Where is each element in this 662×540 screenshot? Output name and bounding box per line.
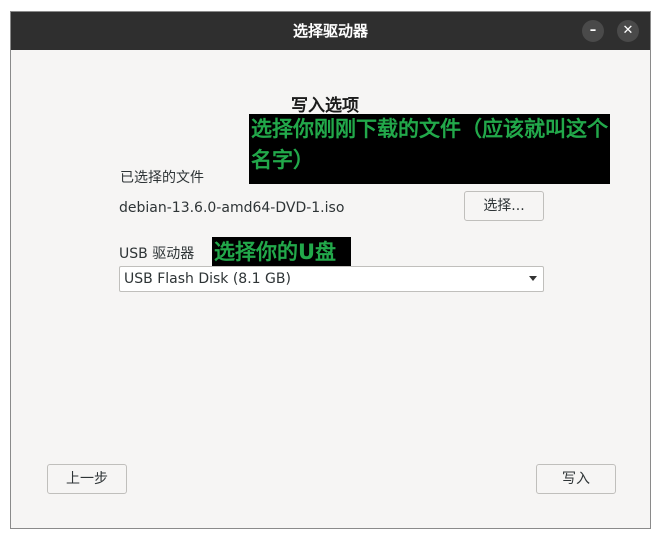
file-hint-annotation: 选择你刚刚下载的文件（应该就叫这个名字） [249, 114, 610, 184]
usb-hint-annotation: 选择你的U盘 [212, 237, 351, 267]
usb-drive-label: USB 驱动器 [119, 246, 195, 262]
choose-file-button[interactable]: 选择... [464, 191, 544, 221]
section-heading: 写入选项 [291, 96, 359, 116]
window-title: 选择驱动器 [292, 22, 368, 40]
back-button[interactable]: 上一步 [47, 464, 127, 494]
write-button[interactable]: 写入 [536, 464, 616, 494]
usb-drive-selected: USB Flash Disk (8.1 GB) [124, 271, 291, 287]
chevron-down-icon [529, 276, 537, 281]
usb-drive-dropdown[interactable]: USB Flash Disk (8.1 GB) [119, 266, 544, 292]
selected-file-label: 已选择的文件 [120, 170, 204, 186]
minimize-icon[interactable]: – [582, 20, 604, 42]
dialog-window: 选择驱动器 – ✕ 写入选项 选择你刚刚下载的文件（应该就叫这个名字） 已选择的… [10, 11, 651, 529]
title-bar[interactable]: 选择驱动器 – ✕ [11, 12, 650, 50]
close-icon[interactable]: ✕ [617, 20, 639, 42]
selected-file-name: debian-13.6.0-amd64-DVD-1.iso [119, 200, 345, 216]
